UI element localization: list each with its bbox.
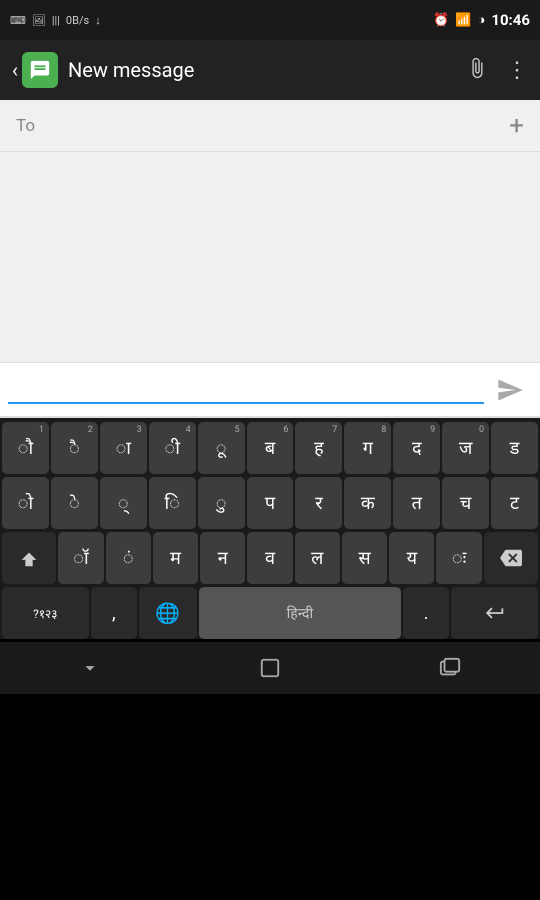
key-va[interactable]: व — [247, 532, 292, 584]
download-icon: ↓ — [95, 14, 101, 27]
key-visarga[interactable]: ः — [436, 532, 481, 584]
compose-area: To + — [0, 100, 540, 362]
key-o[interactable]: ो — [2, 477, 49, 529]
data-speed: 0B/s — [66, 14, 89, 27]
key-ba[interactable]: 6ब — [247, 422, 294, 474]
app-logo — [22, 52, 58, 88]
key-ka[interactable]: क — [344, 477, 391, 529]
attach-button[interactable] — [466, 57, 488, 84]
language-key[interactable]: 🌐 — [139, 587, 197, 639]
time-display: 10:46 — [491, 11, 530, 29]
text-input-row — [0, 362, 540, 418]
key-ta[interactable]: त — [393, 477, 440, 529]
shift-key[interactable] — [2, 532, 56, 584]
recents-nav-button[interactable] — [420, 648, 480, 688]
key-da[interactable]: 9द — [393, 422, 440, 474]
key-aa[interactable]: 3ा — [100, 422, 147, 474]
key-halant[interactable]: ् — [100, 477, 147, 529]
comma-key[interactable]: , — [91, 587, 137, 639]
keyboard-row-4: ?१२३ , 🌐 हिन्दी . — [2, 587, 538, 639]
nav-bar — [0, 642, 540, 694]
enter-key[interactable] — [451, 587, 538, 639]
key-tta[interactable]: ट — [491, 477, 538, 529]
key-ii[interactable]: 4ी — [149, 422, 196, 474]
send-button[interactable] — [488, 368, 532, 412]
key-na[interactable]: न — [200, 532, 245, 584]
alarm-icon: ⏰ — [433, 13, 449, 28]
more-options-button[interactable]: ⋮ — [506, 58, 528, 83]
backspace-key[interactable] — [484, 532, 538, 584]
key-la[interactable]: ल — [295, 532, 340, 584]
wifi-icon: 📶 — [455, 13, 471, 28]
key-ma[interactable]: म — [153, 532, 198, 584]
key-ai[interactable]: 2ै — [51, 422, 98, 474]
app-bar: ‹ New message ⋮ — [0, 40, 540, 100]
key-ao[interactable]: ॉ — [58, 532, 103, 584]
key-ha[interactable]: 7ह — [295, 422, 342, 474]
key-ya[interactable]: य — [389, 532, 434, 584]
key-u[interactable]: ु — [198, 477, 245, 529]
status-bar: ⌨ 🖼 ||| 0B/s ↓ ⏰ 📶 ◑ 10:46 — [0, 0, 540, 40]
back-button[interactable]: ‹ — [12, 58, 18, 82]
send-icon — [496, 376, 524, 404]
message-icon — [29, 59, 51, 81]
signal-icon: ||| — [52, 14, 60, 27]
key-au[interactable]: 1ौ — [2, 422, 49, 474]
key-pa[interactable]: प — [247, 477, 294, 529]
key-i[interactable]: ि — [149, 477, 196, 529]
key-dda[interactable]: ड — [491, 422, 538, 474]
key-ra[interactable]: र — [295, 477, 342, 529]
home-nav-button[interactable] — [240, 648, 300, 688]
status-right: ⏰ 📶 ◑ 10:46 — [433, 11, 530, 29]
back-nav-button[interactable] — [60, 648, 120, 688]
status-left: ⌨ 🖼 ||| 0B/s ↓ — [10, 14, 101, 27]
message-body-area — [0, 152, 540, 362]
key-e[interactable]: े — [51, 477, 98, 529]
to-row: To + — [0, 100, 540, 152]
app-title: New message — [68, 58, 448, 82]
image-icon: 🖼 — [32, 14, 46, 27]
keyboard-icon: ⌨ — [10, 14, 26, 27]
key-ga[interactable]: 8ग — [344, 422, 391, 474]
keyboard-row-2: ो े ् ि ु प र क त च ट — [2, 477, 538, 529]
to-label: To — [16, 116, 35, 136]
period-key[interactable]: . — [403, 587, 449, 639]
add-contact-button[interactable]: + — [509, 113, 524, 139]
numbers-symbols-key[interactable]: ?१२३ — [2, 587, 89, 639]
to-input[interactable] — [43, 116, 501, 136]
key-anusvara[interactable]: ं — [106, 532, 151, 584]
keyboard-row-1: 1ौ 2ै 3ा 4ी 5ू 6ब 7ह 8ग 9द 0ज ड — [2, 422, 538, 474]
keyboard: 1ौ 2ै 3ा 4ी 5ू 6ब 7ह 8ग 9द 0ज ड ो े ् ि … — [0, 418, 540, 639]
key-uu[interactable]: 5ू — [198, 422, 245, 474]
keyboard-row-3: ॉ ं म न व ल स य ः — [2, 532, 538, 584]
battery-icon: ◑ — [477, 12, 485, 28]
message-input[interactable] — [8, 376, 484, 404]
key-cha[interactable]: च — [442, 477, 489, 529]
key-sa[interactable]: स — [342, 532, 387, 584]
key-ja[interactable]: 0ज — [442, 422, 489, 474]
space-key[interactable]: हिन्दी — [199, 587, 401, 639]
